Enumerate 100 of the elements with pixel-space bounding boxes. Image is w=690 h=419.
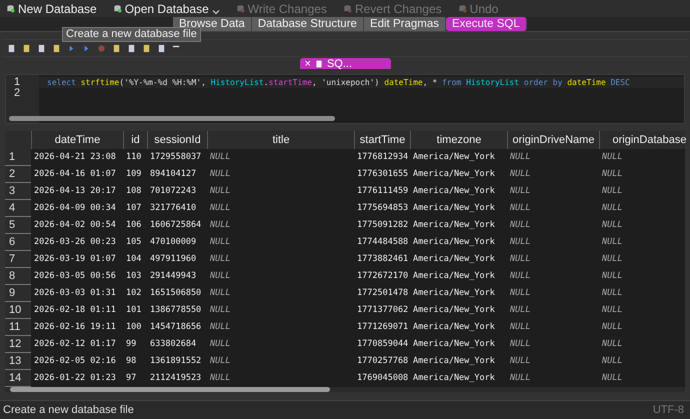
table-cell-text: NULL: [209, 151, 232, 164]
table-cell-text: NULL: [601, 236, 624, 249]
table-cell-text: 1771269071: [356, 321, 410, 334]
table-cell-text: America/New_York: [412, 151, 496, 164]
table-cell-text: NULL: [209, 270, 232, 283]
table-cell-text: 1772501478: [356, 287, 410, 300]
table-cell-text: 1775091282: [356, 219, 410, 232]
table-cell-text: 108: [125, 185, 142, 198]
table-cell-text: NULL: [209, 168, 232, 181]
table-cell-text: NULL: [209, 219, 232, 232]
table-cell-text: 1775694853: [356, 202, 410, 215]
table-cell-text: America/New_York: [412, 236, 496, 249]
table-cell-text: 1776111459: [356, 185, 410, 198]
table-cell-text: 1729558037: [149, 151, 202, 164]
table-cell-text: NULL: [601, 202, 624, 215]
table-cell-text: 291449943: [149, 270, 198, 283]
table-cell-text: America/New_York: [412, 270, 496, 283]
table-cell-text: 99: [125, 338, 138, 351]
table-cell-text: 1769045008: [356, 372, 410, 385]
table-cell-text: 109: [125, 168, 142, 181]
table-cell-text: NULL: [209, 321, 232, 334]
table-cell-text: 1770257768: [356, 355, 410, 368]
table-cell-text: 2026-03-05 00:56: [33, 270, 117, 283]
table-cell-text: 1606725864: [149, 219, 202, 232]
table-cell-text: NULL: [509, 168, 532, 181]
table-cell-text: 2112419523: [149, 372, 202, 385]
table-cell-text: 2026-04-16 01:07: [33, 168, 117, 181]
tooltip: Create a new database file: [62, 27, 201, 42]
table-cell-text: NULL: [601, 253, 624, 266]
table-cell-text: NULL: [209, 236, 232, 249]
table-cell-text: NULL: [601, 287, 624, 300]
table-cell-text: NULL: [509, 321, 532, 334]
table-cell-text: America/New_York: [412, 253, 496, 266]
table-cell-text: America/New_York: [412, 185, 496, 198]
table-cell-text: NULL: [601, 219, 624, 232]
table-cell-text: America/New_York: [412, 304, 496, 317]
table-cell-text: NULL: [601, 372, 624, 385]
table-cell-text: 701072243: [149, 185, 198, 198]
table-cell-text: 104: [125, 253, 142, 266]
table-cell-text: 1454718656: [149, 321, 202, 334]
table-cell-text: NULL: [209, 304, 232, 317]
table-cell-text: NULL: [209, 185, 232, 198]
table-cell-text: America/New_York: [412, 287, 496, 300]
table-cell-text: NULL: [601, 355, 624, 368]
table-cell-text: NULL: [601, 168, 624, 181]
table-cell-text: 106: [125, 219, 142, 232]
table-cell-text: 1386778550: [149, 304, 202, 317]
table-cell-text: 2026-04-02 00:54: [33, 219, 117, 232]
table-cell-text: NULL: [509, 355, 532, 368]
table-cell-text: 470100009: [149, 236, 198, 249]
table-cell-text: NULL: [509, 304, 532, 317]
table-cell-text: America/New_York: [412, 202, 496, 215]
table-cell-text: NULL: [509, 338, 532, 351]
table-cell-text: NULL: [209, 253, 232, 266]
table-cell-text: 1770859044: [356, 338, 410, 351]
table-cell-text: NULL: [509, 270, 532, 283]
table-cell-text: 97: [125, 372, 138, 385]
table-cell-text: 2026-04-21 23:08: [33, 151, 117, 164]
table-cell-text: 1774484588: [356, 236, 410, 249]
table-cell-text: 2026-04-13 20:17: [33, 185, 117, 198]
table-cell-text: 105: [125, 236, 142, 249]
table-cell-text: 2026-03-26 00:23: [33, 236, 117, 249]
line-number: 2: [13, 88, 22, 99]
table-cell-text: 2026-02-16 19:11: [33, 321, 117, 334]
table-cell-text: 1361891552: [149, 355, 202, 368]
table-cell-text: America/New_York: [412, 219, 496, 232]
table-cell-text: America/New_York: [412, 321, 496, 334]
table-cell-text: NULL: [509, 253, 532, 266]
table-cell-text: 2026-03-19 01:07: [33, 253, 117, 266]
table-cell-text: America/New_York: [412, 338, 496, 351]
tab-label: SQ...: [326, 58, 352, 70]
table-cell-text: 107: [125, 202, 142, 215]
table-cell-text: NULL: [509, 202, 532, 215]
table-cell-text: 1773882461: [356, 253, 410, 266]
encoding-label: UTF-8: [652, 404, 684, 416]
table-cell-text: NULL: [601, 270, 624, 283]
table-cell-text: 1776812934: [356, 151, 410, 164]
table-cell-text: 110: [125, 151, 142, 164]
table-cell-text: 497911960: [149, 253, 198, 266]
table-cell-text: 2026-04-09 00:34: [33, 202, 117, 215]
table-cell-text: NULL: [601, 321, 624, 334]
table-cell-text: 100: [125, 321, 142, 334]
table-cell-text: NULL: [209, 338, 232, 351]
table-cell-text: 894104127: [149, 168, 198, 181]
table-cell-text: 2026-01-22 01:23: [33, 372, 117, 385]
table-cell-text: NULL: [509, 287, 532, 300]
table-cell-text: 2026-03-03 01:31: [33, 287, 117, 300]
table-cell-text: 1776301655: [356, 168, 410, 181]
table-cell-text: 2026-02-18 01:11: [33, 304, 117, 317]
table-cell-text: 1651506850: [149, 287, 202, 300]
table-cell-text: NULL: [601, 185, 624, 198]
table-cell-text: NULL: [601, 151, 624, 164]
status-message: Create a new database file: [3, 404, 134, 416]
table-cell-text: NULL: [209, 372, 232, 385]
table-cell-text: 101: [125, 304, 142, 317]
table-cell-text: NULL: [209, 355, 232, 368]
table-cell-text: America/New_York: [412, 372, 496, 385]
line-number: 1: [13, 77, 22, 88]
table-cell-text: 1771377062: [356, 304, 410, 317]
table-cell-text: 1772672170: [356, 270, 410, 283]
